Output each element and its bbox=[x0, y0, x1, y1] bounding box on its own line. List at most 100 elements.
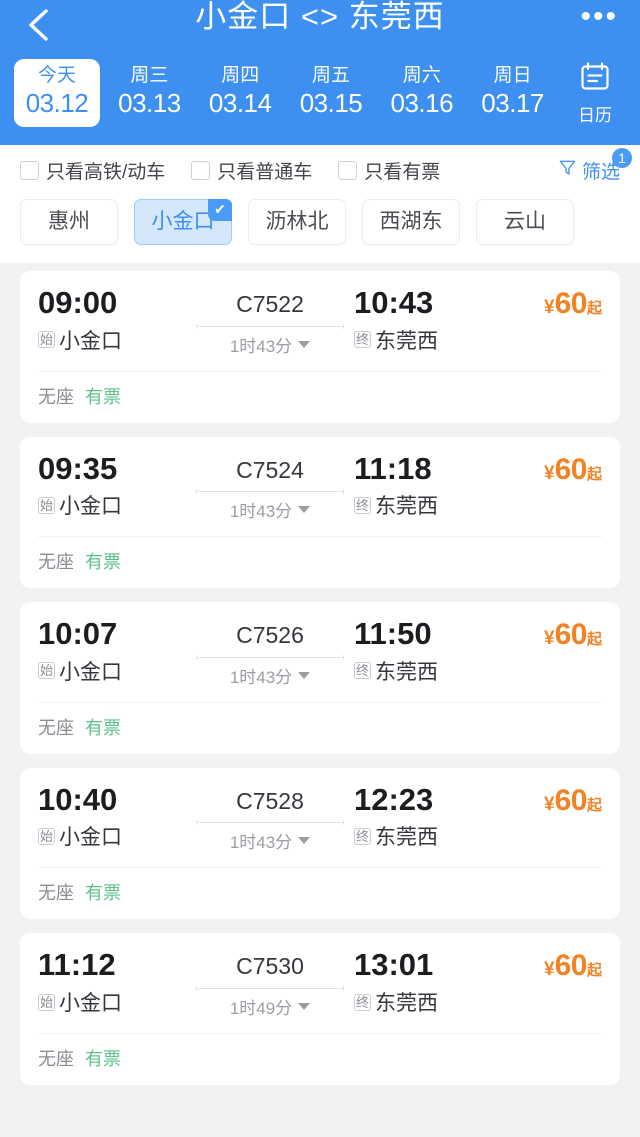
date-tab-dow: 今天 bbox=[37, 64, 76, 86]
seat-status-label: 有票 bbox=[85, 717, 122, 738]
price-currency: ¥ bbox=[544, 462, 555, 484]
duration-text: 1时43分 bbox=[229, 833, 293, 853]
arrival-time: 11:50 bbox=[354, 616, 432, 652]
departure-block: 10:40 始 小金口 bbox=[38, 782, 186, 852]
arrival-time: 10:43 bbox=[354, 285, 434, 320]
departure-block: 09:35 始 小金口 bbox=[38, 451, 186, 521]
duration-line bbox=[196, 820, 344, 826]
arrival-station-line: 终 东莞西 bbox=[354, 325, 502, 355]
price-block[interactable]: ¥60起 bbox=[544, 451, 602, 487]
price-block[interactable]: ¥60起 bbox=[544, 947, 602, 983]
departure-station-line: 始 小金口 bbox=[38, 987, 186, 1017]
arrival-time: 12:23 bbox=[354, 781, 434, 817]
chevron-down-icon bbox=[298, 340, 311, 348]
terminus-tag-icon: 终 bbox=[354, 331, 372, 349]
price-block[interactable]: ¥60起 bbox=[544, 782, 602, 818]
checkbox-box-icon bbox=[338, 160, 358, 180]
checkbox-label: 只看高铁/动车 bbox=[46, 161, 166, 183]
arrival-station: 东莞西 bbox=[375, 660, 439, 684]
train-card[interactable]: 10:07 始 小金口 C7526 1时43分 11:50 终 东莞西 ¥60起… bbox=[20, 602, 620, 754]
station-chips-row[interactable]: 惠州 小金口 ✔ 沥林北 西湖东 云山 bbox=[0, 195, 640, 259]
arrival-station-line: 终 东莞西 bbox=[354, 490, 502, 520]
seat-availability-row[interactable]: 无座 有票 bbox=[38, 372, 602, 423]
date-tab-5[interactable]: 周日 03.17 bbox=[467, 59, 558, 128]
price-block[interactable]: ¥60起 bbox=[544, 616, 602, 652]
calendar-icon bbox=[578, 62, 612, 98]
price-amount: 60 bbox=[554, 452, 588, 486]
train-number: C7522 bbox=[236, 291, 304, 317]
filter-button[interactable]: 筛选 1 bbox=[558, 147, 632, 184]
terminus-tag-icon: 终 bbox=[354, 496, 372, 514]
departure-time: 10:07 bbox=[38, 616, 118, 652]
date-tabs: 今天 03.12 周三 03.13 周四 03.14 周五 03.15 周六 0… bbox=[14, 58, 558, 128]
terminus-tag-icon: 终 bbox=[354, 662, 372, 680]
departure-station: 小金口 bbox=[59, 495, 123, 519]
train-card[interactable]: 09:35 始 小金口 C7524 1时43分 11:18 终 东莞西 ¥60起… bbox=[20, 436, 620, 589]
duration-toggle[interactable]: 1时49分 bbox=[230, 994, 311, 1019]
seat-availability-row[interactable]: 无座 有票 bbox=[38, 868, 602, 919]
departure-block: 09:00 始 小金口 bbox=[38, 285, 186, 355]
train-info-block: C7530 1时49分 bbox=[186, 947, 354, 1019]
station-chip-4[interactable]: 云山 bbox=[476, 199, 574, 245]
checkbox-box-icon bbox=[191, 160, 211, 180]
seat-availability-row[interactable]: 无座 有票 bbox=[38, 537, 602, 588]
arrival-block: 11:18 终 东莞西 bbox=[354, 451, 502, 521]
seat-availability-row[interactable]: 无座 有票 bbox=[38, 1034, 602, 1085]
price-currency: ¥ bbox=[544, 628, 555, 650]
navigation-bar: 小金口 <> 东莞西 ••• bbox=[0, 0, 640, 46]
departure-station-line: 始 小金口 bbox=[38, 656, 186, 686]
calendar-button[interactable]: 日历 bbox=[558, 60, 632, 126]
price-block[interactable]: ¥60起 bbox=[544, 285, 602, 321]
price-currency: ¥ bbox=[544, 959, 555, 981]
duration-toggle[interactable]: 1时43分 bbox=[229, 828, 311, 853]
date-tab-date: 03.17 bbox=[481, 88, 544, 119]
seat-class-label: 无座 bbox=[38, 883, 74, 904]
calendar-label: 日历 bbox=[578, 106, 612, 125]
arrival-station: 东莞西 bbox=[375, 495, 439, 519]
checkbox-normal-train[interactable]: 只看普通车 bbox=[191, 157, 312, 184]
departure-block: 11:12 始 小金口 bbox=[38, 947, 186, 1017]
station-chip-label: 小金口 bbox=[151, 210, 215, 233]
train-card[interactable]: 11:12 始 小金口 C7530 1时49分 13:01 终 东莞西 ¥60起… bbox=[20, 933, 620, 1085]
seat-availability-row[interactable]: 无座 有票 bbox=[38, 703, 602, 754]
checkbox-has-tickets[interactable]: 只看有票 bbox=[338, 157, 440, 184]
train-card-main: 09:00 始 小金口 C7522 1时43分 10:43 终 东莞西 ¥60起 bbox=[38, 285, 602, 371]
price-suffix: 起 bbox=[586, 796, 602, 814]
station-chip-0[interactable]: 惠州 bbox=[20, 199, 118, 245]
departure-station: 小金口 bbox=[59, 660, 123, 684]
funnel-icon bbox=[558, 158, 577, 183]
more-horizontal-icon[interactable]: ••• bbox=[580, 2, 618, 39]
arrival-block: 11:50 终 东莞西 bbox=[354, 616, 502, 686]
departure-station: 小金口 bbox=[59, 992, 123, 1016]
station-chip-label: 惠州 bbox=[48, 210, 90, 233]
date-tab-1[interactable]: 周三 03.13 bbox=[104, 59, 195, 128]
price-currency: ¥ bbox=[544, 793, 555, 815]
departure-time: 09:35 bbox=[38, 450, 118, 486]
chevron-down-icon bbox=[298, 506, 311, 514]
train-number: C7524 bbox=[236, 456, 304, 483]
date-tab-dow: 周日 bbox=[493, 64, 532, 86]
date-tab-4[interactable]: 周六 03.16 bbox=[376, 59, 467, 128]
date-tab-2[interactable]: 周四 03.14 bbox=[195, 59, 286, 128]
duration-line bbox=[196, 654, 344, 660]
duration-toggle[interactable]: 1时43分 bbox=[230, 497, 311, 522]
train-card[interactable]: 09:00 始 小金口 C7522 1时43分 10:43 终 东莞西 ¥60起… bbox=[20, 271, 620, 423]
departure-block: 10:07 始 小金口 bbox=[38, 616, 186, 686]
station-chip-1[interactable]: 小金口 ✔ bbox=[134, 199, 232, 245]
duration-toggle[interactable]: 1时43分 bbox=[230, 663, 311, 688]
checkbox-box-icon bbox=[20, 160, 39, 180]
duration-text: 1时43分 bbox=[229, 336, 293, 356]
station-chip-3[interactable]: 西湖东 bbox=[362, 199, 460, 245]
train-card[interactable]: 10:40 始 小金口 C7528 1时43分 12:23 终 东莞西 ¥60起… bbox=[20, 767, 620, 920]
station-chip-2[interactable]: 沥林北 bbox=[248, 199, 346, 245]
date-tab-3[interactable]: 周五 03.15 bbox=[286, 59, 377, 128]
filter-count-badge: 1 bbox=[612, 147, 632, 168]
train-card-main: 10:40 始 小金口 C7528 1时43分 12:23 终 东莞西 ¥60起 bbox=[38, 782, 602, 868]
checkbox-highspeed[interactable]: 只看高铁/动车 bbox=[20, 157, 165, 184]
arrival-station-line: 终 东莞西 bbox=[354, 987, 502, 1017]
date-tab-0[interactable]: 今天 03.12 bbox=[14, 58, 100, 128]
train-info-block: C7522 1时43分 bbox=[186, 285, 354, 357]
seat-class-label: 无座 bbox=[38, 386, 74, 407]
duration-toggle[interactable]: 1时43分 bbox=[229, 332, 311, 357]
train-list[interactable]: 09:00 始 小金口 C7522 1时43分 10:43 终 东莞西 ¥60起… bbox=[0, 263, 640, 1137]
